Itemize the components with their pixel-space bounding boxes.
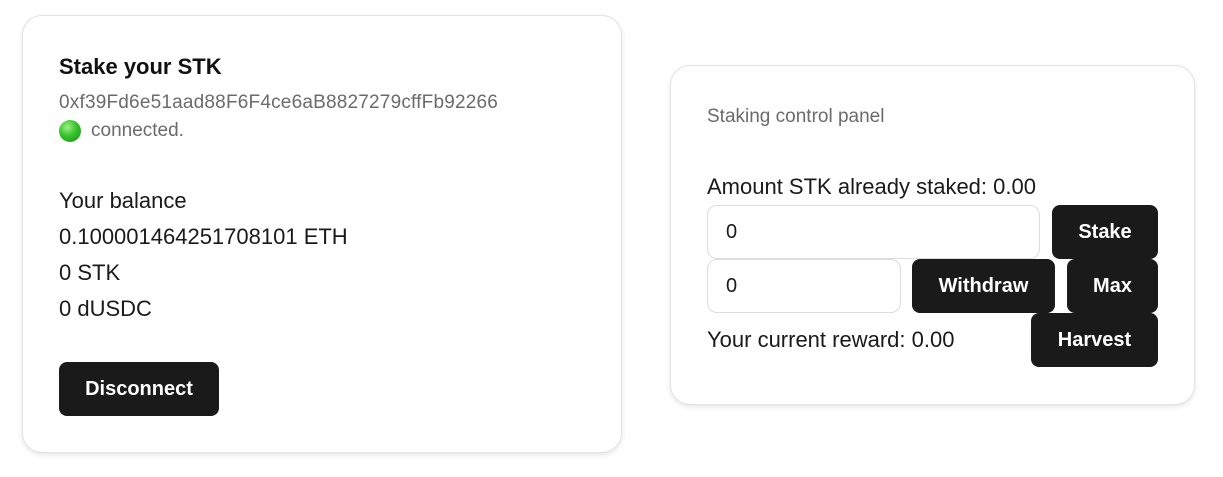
panel-title: Staking control panel [707, 106, 885, 127]
stake-button[interactable]: Stake [1052, 205, 1158, 259]
wallet-address: 0xf39Fd6e51aad88F6F4ce6aB8827279cffFb922… [59, 92, 499, 113]
max-button[interactable]: Max [1067, 259, 1158, 313]
wallet-title: Stake your STK [59, 54, 222, 79]
connection-status: connected. [59, 120, 184, 142]
staking-control-panel: Staking control panel Amount STK already… [670, 65, 1195, 405]
balance-stk: 0 STK [59, 260, 121, 285]
balance-eth: 0.100001464251708101 ETH [59, 224, 348, 249]
wallet-card: Stake your STK 0xf39Fd6e51aad88F6F4ce6aB… [22, 15, 622, 453]
withdraw-button[interactable]: Withdraw [912, 259, 1055, 313]
balance-dusdc: 0 dUSDC [59, 296, 152, 321]
current-reward-text: Your current reward: 0.00 [707, 327, 955, 352]
balance-label: Your balance [59, 188, 187, 213]
connection-status-text: connected. [91, 120, 184, 141]
staked-amount-text: Amount STK already staked: 0.00 [707, 174, 1036, 199]
disconnect-button[interactable]: Disconnect [59, 362, 219, 416]
stake-amount-input[interactable] [707, 205, 1040, 259]
connected-status-icon [59, 120, 81, 142]
withdraw-amount-input[interactable] [707, 259, 901, 313]
harvest-button[interactable]: Harvest [1031, 313, 1158, 367]
